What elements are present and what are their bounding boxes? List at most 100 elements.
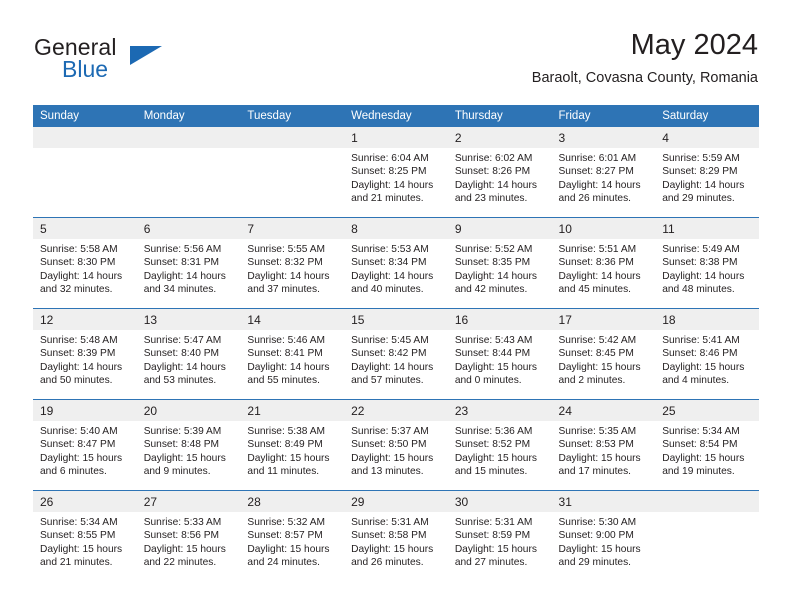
day-number: 21 <box>240 400 345 421</box>
calendar-day-cell[interactable]: 29 Sunrise: 5:31 AM Sunset: 8:58 PM Dayligh… <box>344 490 448 581</box>
calendar-day-cell[interactable]: 25 Sunrise: 5:34 AM Sunset: 8:54 PM Dayligh… <box>655 399 759 491</box>
sunset-text: Sunset: 8:41 PM <box>247 348 323 360</box>
day-sun-info: Sunrise: 5:36 AM Sunset: 8:52 PM Daylight:… <box>448 421 552 479</box>
calendar-day-cell[interactable]: 18 Sunrise: 5:41 AM Sunset: 8:46 PM Dayligh… <box>655 308 759 400</box>
sunset-text: Sunset: 8:45 PM <box>558 348 634 360</box>
day-sun-info: Sunrise: 5:30 AM Sunset: 9:00 PM Daylight:… <box>552 512 656 570</box>
daylight-text-line1: Daylight: 15 hours <box>558 452 641 464</box>
daylight-text-line2: and 22 minutes. <box>143 557 217 569</box>
brand-logo[interactable]: General Blue <box>34 34 254 90</box>
sunset-text: Sunset: 8:52 PM <box>454 439 531 451</box>
calendar-day-cell[interactable]: 13 Sunrise: 5:47 AM Sunset: 8:40 PM Dayligh… <box>136 308 241 400</box>
daylight-text-line2: and 23 minutes. <box>454 193 528 205</box>
sunset-text: Sunset: 8:44 PM <box>454 348 531 360</box>
daylight-text-line2: and 37 minutes. <box>247 284 320 296</box>
calendar-day-cell[interactable]: 23 Sunrise: 5:36 AM Sunset: 8:52 PM Dayligh… <box>447 399 552 491</box>
day-number: 28 <box>240 491 345 512</box>
day-sun-info: Sunrise: 5:35 AM Sunset: 8:53 PM Daylight:… <box>552 421 656 479</box>
daylight-text-line2: and 42 minutes. <box>454 284 528 296</box>
daylight-text-line1: Daylight: 14 hours <box>662 179 745 191</box>
weekday-header-wednesday: Wednesday <box>344 105 448 127</box>
sunset-text: Sunset: 8:55 PM <box>40 530 116 542</box>
day-number <box>655 491 759 512</box>
sunrise-text: Sunrise: 5:48 AM <box>40 335 118 346</box>
day-sun-info: Sunrise: 5:31 AM Sunset: 8:59 PM Daylight:… <box>448 512 552 570</box>
day-sun-info: Sunrise: 5:43 AM Sunset: 8:44 PM Daylight:… <box>448 330 552 388</box>
sunrise-text: Sunrise: 5:46 AM <box>247 335 325 346</box>
calendar-day-cell[interactable]: 30 Sunrise: 5:31 AM Sunset: 8:59 PM Dayligh… <box>447 490 552 581</box>
sunrise-text: Sunrise: 5:55 AM <box>247 244 325 255</box>
calendar-day-cell[interactable]: 8 Sunrise: 5:53 AM Sunset: 8:34 PM Daylight… <box>344 217 448 309</box>
calendar-day-cell[interactable]: 3 Sunrise: 6:01 AM Sunset: 8:27 PM Daylight… <box>551 127 656 218</box>
daylight-text-line1: Daylight: 14 hours <box>662 270 745 282</box>
calendar-day-cell[interactable]: 2 Sunrise: 6:02 AM Sunset: 8:26 PM Daylight… <box>447 127 552 218</box>
sunrise-text: Sunrise: 5:32 AM <box>247 517 325 528</box>
calendar-week-row: 19 Sunrise: 5:40 AM Sunset: 8:47 PM Dayligh… <box>33 399 759 491</box>
calendar-day-cell[interactable]: 11 Sunrise: 5:49 AM Sunset: 8:38 PM Dayligh… <box>655 217 759 309</box>
calendar-day-cell[interactable]: 1 Sunrise: 6:04 AM Sunset: 8:25 PM Daylight… <box>344 127 448 218</box>
daylight-text-line2: and 40 minutes. <box>351 284 424 296</box>
calendar-day-cell[interactable]: 10 Sunrise: 5:51 AM Sunset: 8:36 PM Dayligh… <box>551 217 656 309</box>
daylight-text-line1: Daylight: 15 hours <box>40 452 123 464</box>
daylight-text-line1: Daylight: 15 hours <box>143 543 226 555</box>
calendar-day-cell[interactable]: 4 Sunrise: 5:59 AM Sunset: 8:29 PM Daylight… <box>655 127 759 218</box>
daylight-text-line2: and 11 minutes. <box>247 466 320 478</box>
calendar-day-cell[interactable]: 31 Sunrise: 5:30 AM Sunset: 9:00 PM Dayligh… <box>551 490 656 581</box>
day-sun-info: Sunrise: 5:56 AM Sunset: 8:31 PM Daylight:… <box>137 239 241 297</box>
daylight-text-line2: and 21 minutes. <box>351 193 424 205</box>
calendar-page: General Blue May 2024 Baraolt, Covasna C… <box>0 0 792 612</box>
calendar-day-cell[interactable]: 7 Sunrise: 5:55 AM Sunset: 8:32 PM Daylight… <box>240 217 345 309</box>
calendar-day-cell[interactable]: 27 Sunrise: 5:33 AM Sunset: 8:56 PM Dayligh… <box>136 490 241 581</box>
calendar-week-row: 5 Sunrise: 5:58 AM Sunset: 8:30 PM Daylight… <box>33 217 759 309</box>
sunset-text: Sunset: 8:53 PM <box>558 439 634 451</box>
page-subtitle: Baraolt, Covasna County, Romania <box>531 70 758 86</box>
sunrise-text: Sunrise: 5:49 AM <box>662 244 740 255</box>
calendar-day-cell[interactable]: 19 Sunrise: 5:40 AM Sunset: 8:47 PM Dayligh… <box>33 399 137 491</box>
calendar-day-cell[interactable]: 28 Sunrise: 5:32 AM Sunset: 8:57 PM Dayligh… <box>240 490 345 581</box>
daylight-text-line1: Daylight: 14 hours <box>351 361 434 373</box>
sunrise-text: Sunrise: 5:43 AM <box>454 335 533 346</box>
calendar-day-cell[interactable]: 14 Sunrise: 5:46 AM Sunset: 8:41 PM Dayligh… <box>240 308 345 400</box>
sunrise-text: Sunrise: 5:37 AM <box>351 426 429 437</box>
sunrise-text: Sunrise: 5:40 AM <box>40 426 118 437</box>
day-number: 16 <box>447 309 552 330</box>
calendar-day-cell[interactable]: 20 Sunrise: 5:39 AM Sunset: 8:48 PM Dayligh… <box>136 399 241 491</box>
calendar-week-row: 26 Sunrise: 5:34 AM Sunset: 8:55 PM Dayligh… <box>33 490 759 581</box>
day-number: 10 <box>551 218 656 239</box>
sunrise-text: Sunrise: 6:04 AM <box>351 153 429 164</box>
sunrise-text: Sunrise: 5:45 AM <box>351 335 429 346</box>
sunset-text: Sunset: 8:29 PM <box>662 166 738 178</box>
calendar-day-cell[interactable]: 9 Sunrise: 5:52 AM Sunset: 8:35 PM Daylight… <box>447 217 552 309</box>
day-sun-info: Sunrise: 5:46 AM Sunset: 8:41 PM Daylight:… <box>240 330 344 388</box>
calendar-day-cell[interactable]: 6 Sunrise: 5:56 AM Sunset: 8:31 PM Daylight… <box>136 217 241 309</box>
calendar-day-cell[interactable]: 5 Sunrise: 5:58 AM Sunset: 8:30 PM Daylight… <box>33 217 137 309</box>
sunrise-text: Sunrise: 5:33 AM <box>143 517 222 528</box>
daylight-text-line2: and 50 minutes. <box>40 375 113 387</box>
daylight-text-line1: Daylight: 14 hours <box>454 179 537 191</box>
calendar-day-cell[interactable]: 26 Sunrise: 5:34 AM Sunset: 8:55 PM Dayligh… <box>33 490 137 581</box>
sunset-text: Sunset: 8:32 PM <box>247 257 323 269</box>
daylight-text-line2: and 15 minutes. <box>454 466 528 478</box>
calendar-day-cell[interactable]: 17 Sunrise: 5:42 AM Sunset: 8:45 PM Dayligh… <box>551 308 656 400</box>
calendar-day-cell[interactable]: 21 Sunrise: 5:38 AM Sunset: 8:49 PM Dayligh… <box>240 399 345 491</box>
daylight-text-line2: and 6 minutes. <box>40 466 107 478</box>
day-number: 19 <box>33 400 137 421</box>
calendar-day-cell-empty <box>136 127 241 218</box>
daylight-text-line1: Daylight: 15 hours <box>454 361 537 373</box>
sunset-text: Sunset: 8:54 PM <box>662 439 738 451</box>
day-sun-info: Sunrise: 5:42 AM Sunset: 8:45 PM Daylight:… <box>552 330 656 388</box>
daylight-text-line1: Daylight: 15 hours <box>351 452 434 464</box>
calendar-day-cell[interactable]: 16 Sunrise: 5:43 AM Sunset: 8:44 PM Dayligh… <box>447 308 552 400</box>
daylight-text-line1: Daylight: 14 hours <box>351 270 434 282</box>
day-sun-info: Sunrise: 5:33 AM Sunset: 8:56 PM Daylight:… <box>137 512 241 570</box>
calendar-day-cell[interactable]: 24 Sunrise: 5:35 AM Sunset: 8:53 PM Dayligh… <box>551 399 656 491</box>
calendar-day-cell[interactable]: 15 Sunrise: 5:45 AM Sunset: 8:42 PM Dayligh… <box>344 308 448 400</box>
day-sun-info: Sunrise: 5:51 AM Sunset: 8:36 PM Daylight:… <box>552 239 656 297</box>
sunset-text: Sunset: 8:25 PM <box>351 166 427 178</box>
calendar-day-cell[interactable]: 12 Sunrise: 5:48 AM Sunset: 8:39 PM Dayligh… <box>33 308 137 400</box>
day-sun-info: Sunrise: 5:59 AM Sunset: 8:29 PM Daylight:… <box>655 148 759 206</box>
daylight-text-line2: and 2 minutes. <box>558 375 626 387</box>
sunrise-text: Sunrise: 5:30 AM <box>558 517 637 528</box>
calendar-day-cell[interactable]: 22 Sunrise: 5:37 AM Sunset: 8:50 PM Dayligh… <box>344 399 448 491</box>
day-number: 6 <box>136 218 241 239</box>
